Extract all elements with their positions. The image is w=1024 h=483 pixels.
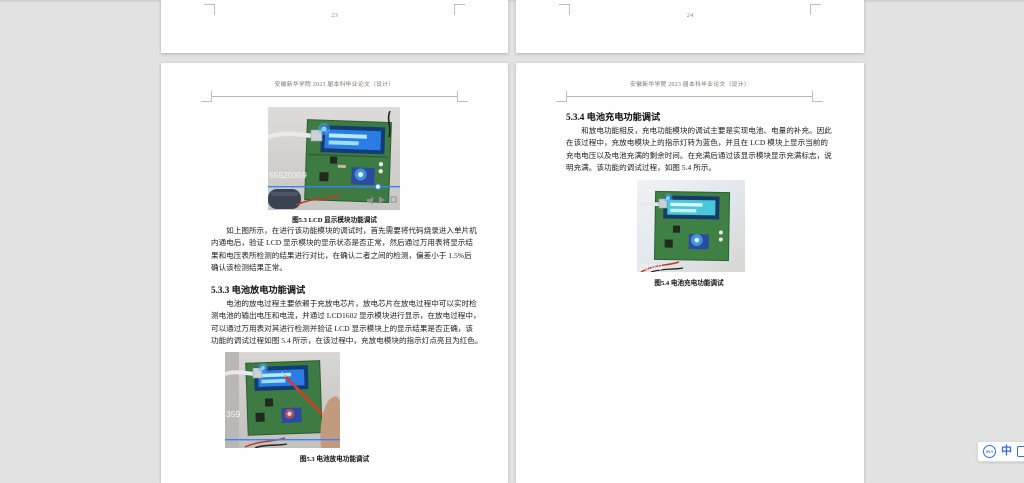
text-line: 可以通过万用表对其进行检测并验证 LCD 显示模块上的显示结果是否正确，该 bbox=[211, 323, 473, 333]
section-heading-5-3-3: 5.3.3 电池放电功能调试 bbox=[211, 285, 306, 295]
video-watermark: 20359 bbox=[639, 262, 663, 272]
video-watermark: 359 bbox=[226, 409, 240, 419]
text-line: 功能的调试过程如图 5.4 所示，在该过程中，充放电模块的指示灯点亮且为红色。 bbox=[211, 336, 483, 346]
figure-caption: 图5.3 LCD 显示模块功能调试 bbox=[292, 217, 377, 224]
text-line: 内通电后，验证 LCD 显示模块的显示状态是否正常，然后通过万用表将显示结 bbox=[211, 238, 473, 248]
ime-keyboard-icon[interactable] bbox=[1017, 446, 1024, 457]
page-23-bottom: 23 bbox=[161, 0, 508, 53]
header-rule bbox=[211, 96, 458, 97]
running-header: 安徽新华学院 2023 届本科毕业论文（设计） bbox=[274, 82, 395, 88]
text-boundary-mark bbox=[201, 91, 212, 102]
page-25: 安徽新华学院 2023 届本科毕业论文（设计） 55520359 图5.3 LC… bbox=[161, 63, 508, 483]
paragraph-discharge-debug: 电池的放电过程主要依赖于充放电芯片，放电芯片在放电过程中可以实时检 测电池的输出电… bbox=[211, 298, 483, 348]
video-progress-knob bbox=[374, 183, 382, 190]
video-watermark: 55520359 bbox=[269, 170, 307, 180]
text-line: 果和电压表所检测的结果进行对比，在确认二者之间的检测，偏差小于 1.5%后 bbox=[211, 250, 472, 260]
page-24-bottom: 24 bbox=[516, 0, 864, 53]
page-26: 安徽新华学院 2023 届本科毕业论文（设计） 5.3.4 电池充电功能调试 和… bbox=[516, 63, 864, 483]
text-line: 充电电压以及电池充满的剩余时间。在充满后通过该显示模块显示充满标志，说 bbox=[566, 150, 832, 160]
text-line: 和放电功能相反，充电功能模块的调试主要是实现电池、电量的补充。因此 bbox=[566, 126, 832, 135]
page-number: 23 bbox=[331, 12, 338, 19]
text-boundary-mark bbox=[812, 91, 823, 102]
video-progress-bar bbox=[225, 439, 340, 441]
figure-charge-photo[interactable]: 20359 bbox=[637, 180, 745, 272]
text-line: 确认该检测结果正常。 bbox=[211, 263, 287, 273]
running-header: 安徽新华学院 2023 届本科毕业论文（设计） bbox=[630, 82, 750, 88]
text-boundary-mark bbox=[457, 91, 468, 102]
ime-language-mode-toggle[interactable]: 中 bbox=[1001, 446, 1012, 457]
text-line: 电池的放电过程主要依赖于充放电芯片，放电芯片在放电过程中可以实时检 bbox=[211, 299, 477, 308]
paragraph-lcd-debug: 如上图所示，在进行该功能模块的调试时，首先需要将代码烧录进入单片机 内通电后，验证… bbox=[211, 225, 477, 275]
window-top-edge bbox=[0, 0, 1024, 2]
section-heading-5-3-4: 5.3.4 电池充电功能调试 bbox=[566, 112, 661, 122]
paragraph-charge-debug: 和放电功能相反，充电功能模块的调试主要是实现电池、电量的补充。因此 在该过程中，充… bbox=[566, 125, 832, 175]
text-line: 测电池的输出电压和电流，并通过 LCD1602 显示模块进行显示，在放电过程中， bbox=[211, 311, 481, 321]
page-number: 24 bbox=[686, 12, 694, 19]
header-rule bbox=[566, 96, 812, 97]
ime-toolbar[interactable]: iFLY 中 bbox=[977, 441, 1024, 462]
text-line: 明充满。该功能的调试过程，如图 5.4 所示。 bbox=[566, 163, 716, 173]
figure-lcd-module-photo[interactable]: 55520359 bbox=[268, 107, 400, 210]
text-boundary-mark bbox=[556, 91, 567, 102]
figure-caption: 图5.4 电池充电功能调试 bbox=[654, 280, 724, 287]
figure-discharge-photo[interactable]: 359 bbox=[225, 352, 340, 448]
text-line: 如上图所示，在进行该功能模块的调试时，首先需要将代码烧录进入单片机 bbox=[211, 226, 477, 235]
text-line: 在该过程中，充放电模块上的指示灯转为蓝色，并且在 LCD 模块上显示当前的 bbox=[566, 138, 828, 148]
figure-caption: 图5.3 电池放电功能调试 bbox=[299, 456, 370, 463]
ime-logo-icon[interactable]: iFLY bbox=[983, 445, 996, 458]
